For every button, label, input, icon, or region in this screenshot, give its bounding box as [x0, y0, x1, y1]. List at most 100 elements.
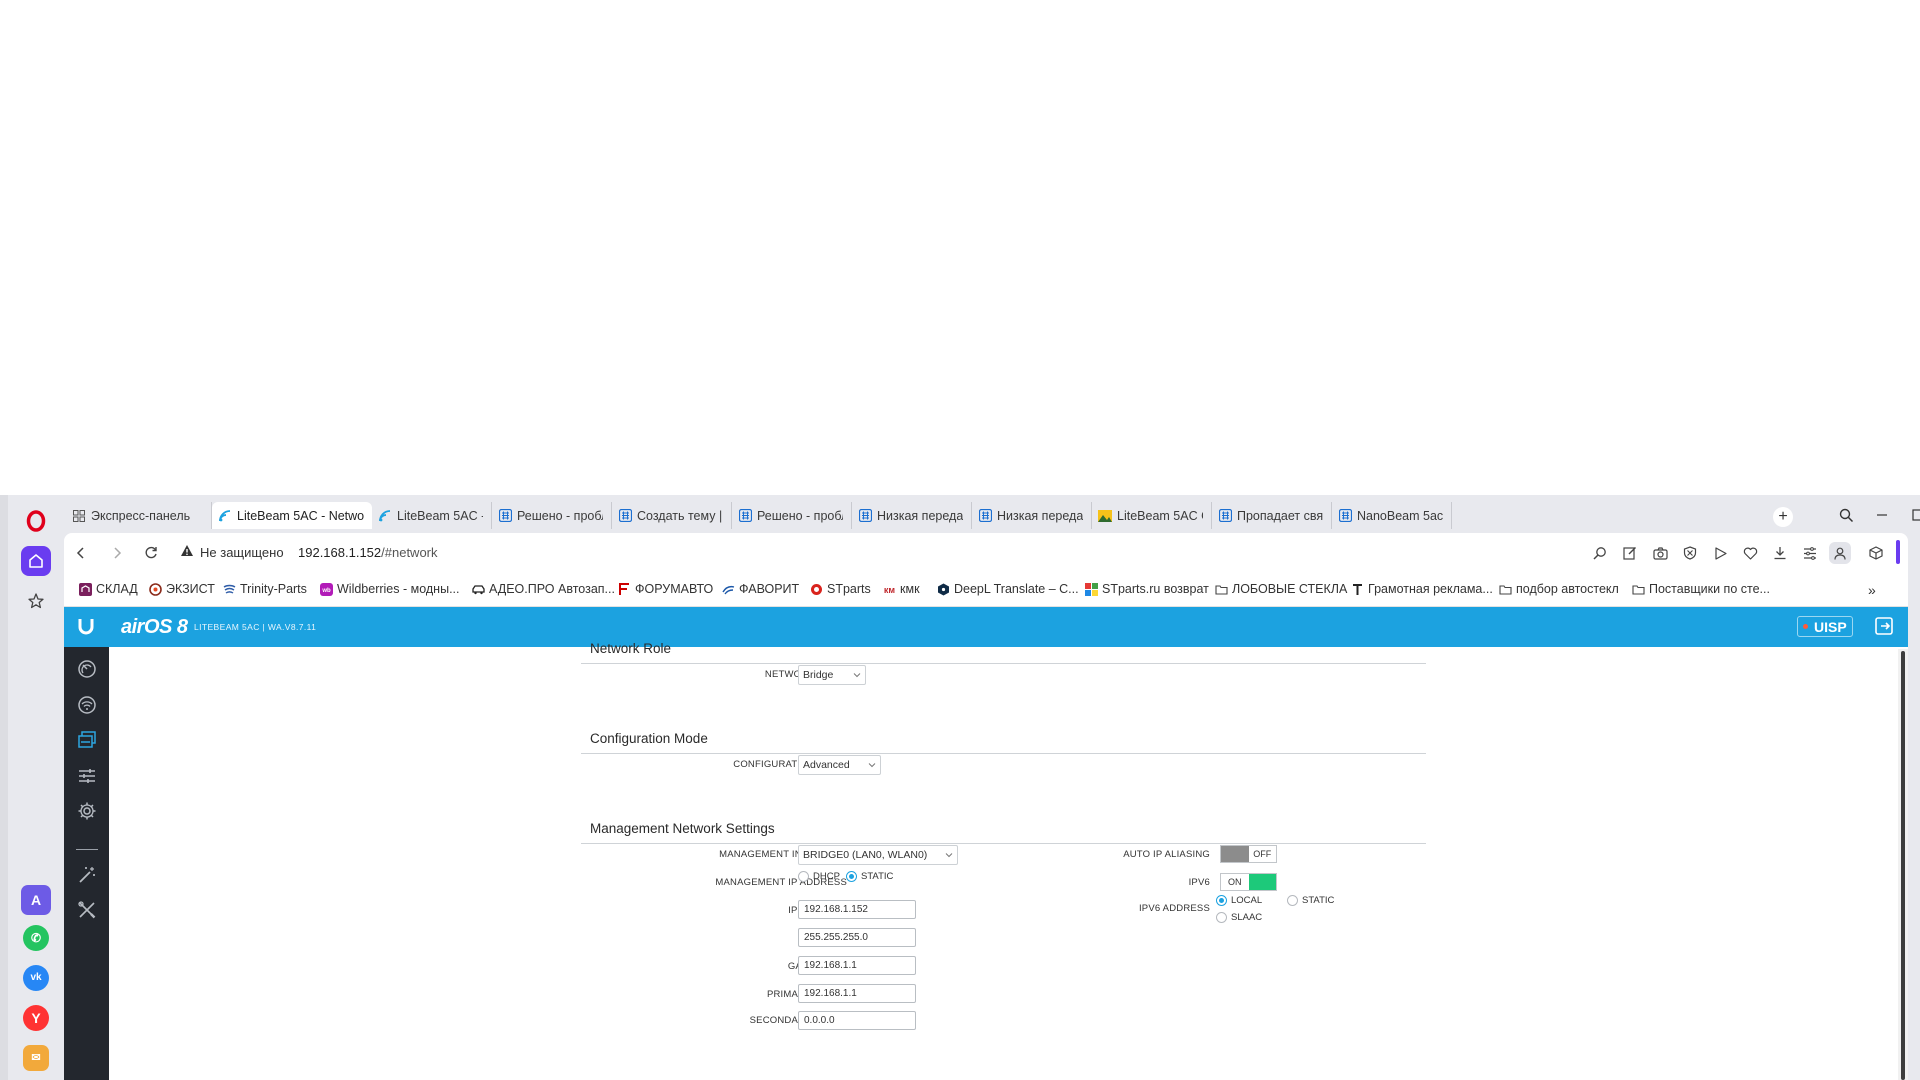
heart-icon[interactable]: [1740, 543, 1760, 563]
ipv6-local-radio[interactable]: LOCAL: [1216, 895, 1262, 906]
bookmark-folder-podbor[interactable]: подбор автостекл: [1498, 582, 1619, 596]
url-field[interactable]: 192.168.1.152/#network: [298, 545, 438, 560]
tab-forum-4[interactable]: Низкая передача дан: [852, 502, 972, 529]
tab-forum-3[interactable]: Решено - проблема с: [732, 502, 852, 529]
folder-icon: [1631, 582, 1645, 596]
bookmark-label: Wildberries - модны...: [337, 582, 460, 596]
scrollbar-thumb[interactable]: [1901, 651, 1905, 1080]
tab-search-icon[interactable]: [1834, 503, 1858, 527]
primary-dns-input[interactable]: 192.168.1.1: [798, 984, 916, 1003]
bookmarks-bar: СКЛАД ЭКЗИСТ Trinity-Parts wb Wildberrie…: [64, 573, 1908, 607]
url-host: 192.168.1.152: [298, 545, 382, 560]
bookmark-forumavto[interactable]: ФОРУМАВТО: [617, 582, 713, 596]
tab-speed-dial[interactable]: Экспресс-панель: [66, 502, 212, 529]
management-interface-value: BRIDGE0 (LAN0, WLAN0): [803, 849, 928, 861]
radio-circle-selected: [1216, 895, 1227, 906]
tab-forum-1[interactable]: Решено - проблема с: [492, 502, 612, 529]
tab-forum-2[interactable]: Создать тему | Ubiquiti: [612, 502, 732, 529]
bookmark-sklad[interactable]: СКЛАД: [78, 582, 138, 596]
bookmark-wildberries[interactable]: wb Wildberries - модны...: [319, 582, 460, 596]
static-label: STATIC: [861, 871, 894, 882]
aria-icon[interactable]: A: [21, 885, 51, 915]
bookmark-deepl[interactable]: DeepL Translate – С...: [936, 582, 1079, 596]
bookmark-kmk[interactable]: км кмк: [882, 582, 919, 596]
nav-dashboard-icon[interactable]: [75, 657, 99, 681]
reload-icon[interactable]: [140, 542, 162, 564]
static-radio[interactable]: STATIC: [846, 871, 893, 882]
chevron-down-icon: [868, 763, 876, 768]
nav-system-gear-icon[interactable]: [75, 799, 99, 823]
more-bookmarks-chevron-icon[interactable]: »: [1868, 582, 1876, 598]
ubiquiti-logo-icon[interactable]: [76, 617, 96, 637]
bookmark-folder-suppliers[interactable]: Поставщики по сте...: [1631, 582, 1770, 596]
camera-icon[interactable]: [1650, 543, 1670, 563]
bookmark-reklama[interactable]: Грамотная реклама...: [1350, 582, 1493, 596]
sklad-favicon-icon: [78, 582, 92, 596]
logout-icon[interactable]: [1874, 616, 1896, 638]
ipv6-toggle[interactable]: ON: [1220, 873, 1277, 891]
edit-icon[interactable]: [1620, 543, 1640, 563]
tab-forum-6[interactable]: Пропадает связь меж: [1212, 502, 1332, 529]
uisp-button[interactable]: UISP: [1797, 616, 1853, 637]
section-title-network-role: Network Role: [590, 641, 672, 656]
stparts-return-favicon-icon: [1084, 582, 1098, 596]
network-mode-select[interactable]: Bridge: [798, 665, 866, 685]
adblock-shield-icon[interactable]: [1680, 543, 1700, 563]
nav-wireless-icon[interactable]: [75, 693, 99, 717]
ipv6-static-radio[interactable]: STATIC: [1287, 895, 1334, 906]
chevron-down-icon: [853, 673, 861, 678]
bookmark-folder-windshields[interactable]: ЛОБОВЫЕ СТЕКЛА: [1214, 582, 1347, 596]
nav-network-icon[interactable]: [75, 728, 99, 752]
management-interface-select[interactable]: BRIDGE0 (LAN0, WLAN0): [798, 845, 958, 865]
tab-forum-7[interactable]: NanoBeam 5ac gen2 -: [1332, 502, 1452, 529]
secondary-dns-input[interactable]: 0.0.0.0: [798, 1011, 916, 1030]
bookmark-label: ФАВОРИТ: [739, 582, 800, 596]
minimize-icon[interactable]: [1870, 503, 1894, 527]
dhcp-radio[interactable]: DHCP: [798, 871, 840, 882]
tab-label: Экспресс-панель: [91, 508, 191, 523]
page-search-icon[interactable]: [1590, 543, 1610, 563]
gateway-ip-input[interactable]: 192.168.1.1: [798, 956, 916, 975]
maximize-icon[interactable]: [1906, 503, 1920, 527]
airos-side-nav: [64, 647, 109, 1080]
bookmark-stparts[interactable]: STparts: [809, 582, 871, 596]
tab-litebeam-system[interactable]: LiteBeam 5AC - System: [372, 502, 492, 529]
player-icon[interactable]: [1710, 543, 1730, 563]
tab-label: LiteBeam 5AC Gen2 n: [1117, 508, 1203, 523]
extensions-cube-icon[interactable]: [1866, 543, 1886, 563]
nav-wizard-wand-icon[interactable]: [75, 863, 99, 887]
sidebar-toggle-indicator[interactable]: [1896, 540, 1900, 564]
forward-icon[interactable]: [106, 542, 128, 564]
nav-services-icon[interactable]: [75, 764, 99, 788]
yandex-icon[interactable]: Y: [23, 1005, 49, 1031]
auto-ip-aliasing-toggle[interactable]: OFF: [1220, 845, 1277, 863]
profile-icon[interactable]: [1829, 542, 1851, 564]
tab-litebeam-gen2[interactable]: LiteBeam 5AC Gen2 n: [1092, 502, 1212, 529]
messenger-icon[interactable]: ✉: [23, 1045, 49, 1071]
opera-logo-icon[interactable]: [21, 506, 51, 536]
bookmark-adeo[interactable]: АДЕО.ПРО Автозап...: [471, 582, 615, 596]
bookmark-label: ЛОБОВЫЕ СТЕКЛА: [1232, 582, 1348, 596]
bookmark-stparts-return[interactable]: STparts.ru возврат: [1084, 582, 1209, 596]
ip-address-input[interactable]: 192.168.1.152: [798, 900, 916, 919]
radio-circle-selected: [846, 871, 857, 882]
bookmarks-star-icon[interactable]: [21, 586, 51, 616]
nav-tools-icon[interactable]: [75, 898, 99, 922]
easy-setup-icon[interactable]: [1800, 543, 1820, 563]
home-icon[interactable]: [21, 546, 51, 576]
tab-forum-5[interactable]: Низкая передача дан: [972, 502, 1092, 529]
uisp-status-dot: [1803, 624, 1808, 629]
configuration-mode-select[interactable]: Advanced: [798, 755, 881, 775]
tab-litebeam-network[interactable]: LiteBeam 5AC - Network -: [212, 502, 372, 529]
bookmark-trinity[interactable]: Trinity-Parts: [222, 582, 307, 596]
security-indicator[interactable]: Не защищено: [180, 544, 284, 560]
whatsapp-icon[interactable]: ✆: [23, 925, 49, 951]
bookmark-favorit[interactable]: ФАВОРИТ: [721, 582, 799, 596]
ipv6-slaac-radio[interactable]: SLAAC: [1216, 912, 1262, 923]
auto-ip-aliasing-label: AUTO IP ALIASING: [1123, 849, 1210, 860]
vk-icon[interactable]: vk: [23, 965, 49, 991]
back-icon[interactable]: [70, 542, 92, 564]
download-icon[interactable]: [1770, 543, 1790, 563]
netmask-input[interactable]: 255.255.255.0: [798, 928, 916, 947]
bookmark-exist[interactable]: ЭКЗИСТ: [148, 582, 215, 596]
